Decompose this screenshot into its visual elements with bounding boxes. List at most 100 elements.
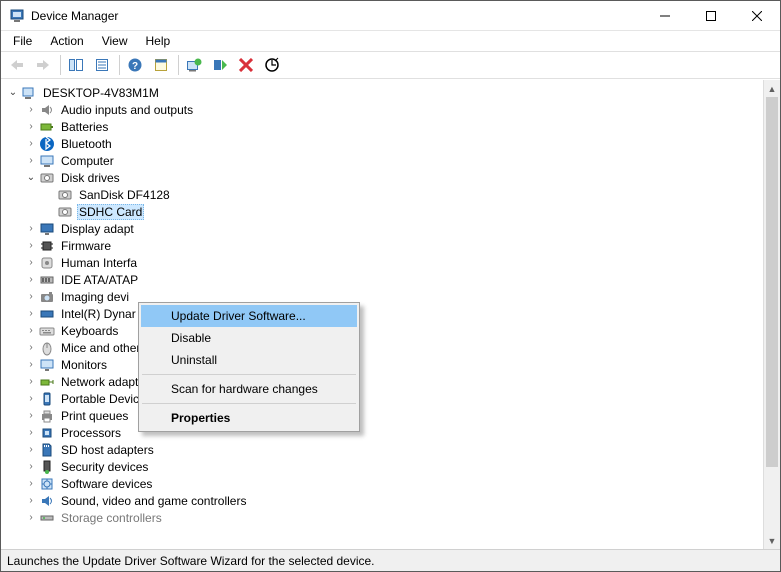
context-menu-item[interactable]: Scan for hardware changes: [141, 378, 357, 400]
intel-icon: [39, 306, 55, 322]
close-button[interactable]: [734, 1, 780, 30]
tree-expand-icon[interactable]: ›: [23, 393, 39, 404]
tb-update-driver-button[interactable]: [182, 54, 206, 76]
tree-expand-icon[interactable]: ›: [23, 308, 39, 319]
tree-node[interactable]: ›Network adapters: [1, 373, 763, 390]
tb-enable-button[interactable]: [208, 54, 232, 76]
tree-node-label: Display adapt: [59, 222, 136, 236]
tree-node[interactable]: ›IDE ATA/ATAP: [1, 271, 763, 288]
context-menu-item[interactable]: Properties: [141, 407, 357, 429]
menu-view[interactable]: View: [94, 33, 136, 49]
tree-expand-icon[interactable]: ›: [23, 461, 39, 472]
scroll-down-icon[interactable]: ▼: [764, 532, 780, 549]
window-frame: Device Manager File Action View Help ? ⌄…: [0, 0, 781, 572]
context-menu-item[interactable]: Update Driver Software...: [141, 305, 357, 327]
tree-node-label: SDHC Card: [77, 204, 144, 220]
scroll-thumb[interactable]: [766, 97, 778, 467]
context-menu-separator: [142, 374, 356, 375]
tree-node[interactable]: ›Intel(R) Dynar: [1, 305, 763, 322]
menu-action[interactable]: Action: [42, 33, 91, 49]
vertical-scrollbar[interactable]: ▲ ▼: [763, 80, 780, 549]
tree-node[interactable]: › Batteries: [1, 118, 763, 135]
disk-icon: [39, 170, 55, 186]
tree-node[interactable]: ›Mice and other pointing devices: [1, 339, 763, 356]
tree-expand-icon[interactable]: ›: [23, 359, 39, 370]
tree-node[interactable]: SanDisk DF4128: [1, 186, 763, 203]
tree-node[interactable]: ›Firmware: [1, 237, 763, 254]
sound-icon: [39, 493, 55, 509]
tree-expand-icon[interactable]: ›: [23, 223, 39, 234]
tree-expand-icon[interactable]: ›: [23, 410, 39, 421]
tb-forward-button[interactable]: [31, 54, 55, 76]
tree-expand-icon[interactable]: ›: [23, 291, 39, 302]
tree-expand-icon[interactable]: ›: [23, 495, 39, 506]
context-menu-item[interactable]: Uninstall: [141, 349, 357, 371]
minimize-button[interactable]: [642, 1, 688, 30]
tree-expand-icon[interactable]: ›: [23, 155, 39, 166]
tree-node[interactable]: ›Portable Devices: [1, 390, 763, 407]
tree-node[interactable]: ›Human Interfa: [1, 254, 763, 271]
tb-console-button[interactable]: [64, 54, 88, 76]
tree-expand-icon[interactable]: ⌄: [23, 172, 39, 183]
tree-node[interactable]: › Audio inputs and outputs: [1, 101, 763, 118]
tree-expand-icon[interactable]: ⌄: [5, 87, 21, 98]
tree-node[interactable]: ›Software devices: [1, 475, 763, 492]
tree-expand-icon[interactable]: ›: [23, 240, 39, 251]
scroll-up-icon[interactable]: ▲: [764, 80, 780, 97]
tree-node[interactable]: ›SD host adapters: [1, 441, 763, 458]
tree-expand-icon[interactable]: ›: [23, 257, 39, 268]
tb-help-button[interactable]: ?: [123, 54, 147, 76]
tree-expand-icon[interactable]: ›: [23, 121, 39, 132]
tree-node[interactable]: ›Processors: [1, 424, 763, 441]
tree-expand-icon[interactable]: ›: [23, 427, 39, 438]
tree-expand-icon[interactable]: ›: [23, 444, 39, 455]
tree-node[interactable]: ⌄Disk drives: [1, 169, 763, 186]
tree-node[interactable]: ›Print queues: [1, 407, 763, 424]
tree-node[interactable]: ›Imaging devi: [1, 288, 763, 305]
tree-expand-icon[interactable]: ›: [23, 325, 39, 336]
computer-icon: [39, 153, 55, 169]
tb-uninstall-button[interactable]: [234, 54, 258, 76]
device-tree[interactable]: ⌄DESKTOP-4V83M1M › Audio inputs and output…: [1, 80, 763, 549]
tree-node[interactable]: › Sound, video and game controllers: [1, 492, 763, 509]
tb-properties-button[interactable]: [90, 54, 114, 76]
tree-expand-icon[interactable]: ›: [23, 138, 39, 149]
tb-back-button[interactable]: [5, 54, 29, 76]
toolbar: ?: [1, 51, 780, 79]
tree-node[interactable]: ›Keyboards: [1, 322, 763, 339]
tree-node[interactable]: › Bluetooth: [1, 135, 763, 152]
tree-node-label: Monitors: [59, 358, 109, 372]
keyboard-icon: [39, 323, 55, 339]
tree-node-label: Security devices: [59, 460, 150, 474]
tree-expand-icon[interactable]: ›: [23, 376, 39, 387]
app-icon: [9, 8, 25, 24]
tree-node-label: Batteries: [59, 120, 110, 134]
tree-node[interactable]: › Display adapt: [1, 220, 763, 237]
context-menu-item[interactable]: Disable: [141, 327, 357, 349]
tree-node[interactable]: ⌄DESKTOP-4V83M1M: [1, 84, 763, 101]
tree-node-label: Audio inputs and outputs: [59, 103, 195, 117]
tb-scan-button[interactable]: [260, 54, 284, 76]
tree-node[interactable]: ›Computer: [1, 152, 763, 169]
menu-file[interactable]: File: [5, 33, 40, 49]
tree-expand-icon[interactable]: ›: [23, 274, 39, 285]
sd-icon: [39, 442, 55, 458]
tree-expand-icon[interactable]: ›: [23, 512, 39, 523]
tree-node[interactable]: › Monitors: [1, 356, 763, 373]
scroll-track[interactable]: [764, 97, 780, 532]
maximize-button[interactable]: [688, 1, 734, 30]
tree-expand-icon[interactable]: ›: [23, 342, 39, 353]
window-title: Device Manager: [31, 9, 642, 23]
tree-node[interactable]: SDHC Card: [1, 203, 763, 220]
tb-view-button[interactable]: [149, 54, 173, 76]
tree-expand-icon[interactable]: ›: [23, 104, 39, 115]
tree-node-label: Sound, video and game controllers: [59, 494, 248, 508]
storage-icon: [39, 510, 55, 526]
menu-help[interactable]: Help: [138, 33, 179, 49]
disk-icon: [57, 204, 73, 220]
tree-node-label: Bluetooth: [59, 137, 114, 151]
tree-node[interactable]: ›Storage controllers: [1, 509, 763, 526]
chip-icon: [39, 238, 55, 254]
tree-node[interactable]: › Security devices: [1, 458, 763, 475]
tree-expand-icon[interactable]: ›: [23, 478, 39, 489]
